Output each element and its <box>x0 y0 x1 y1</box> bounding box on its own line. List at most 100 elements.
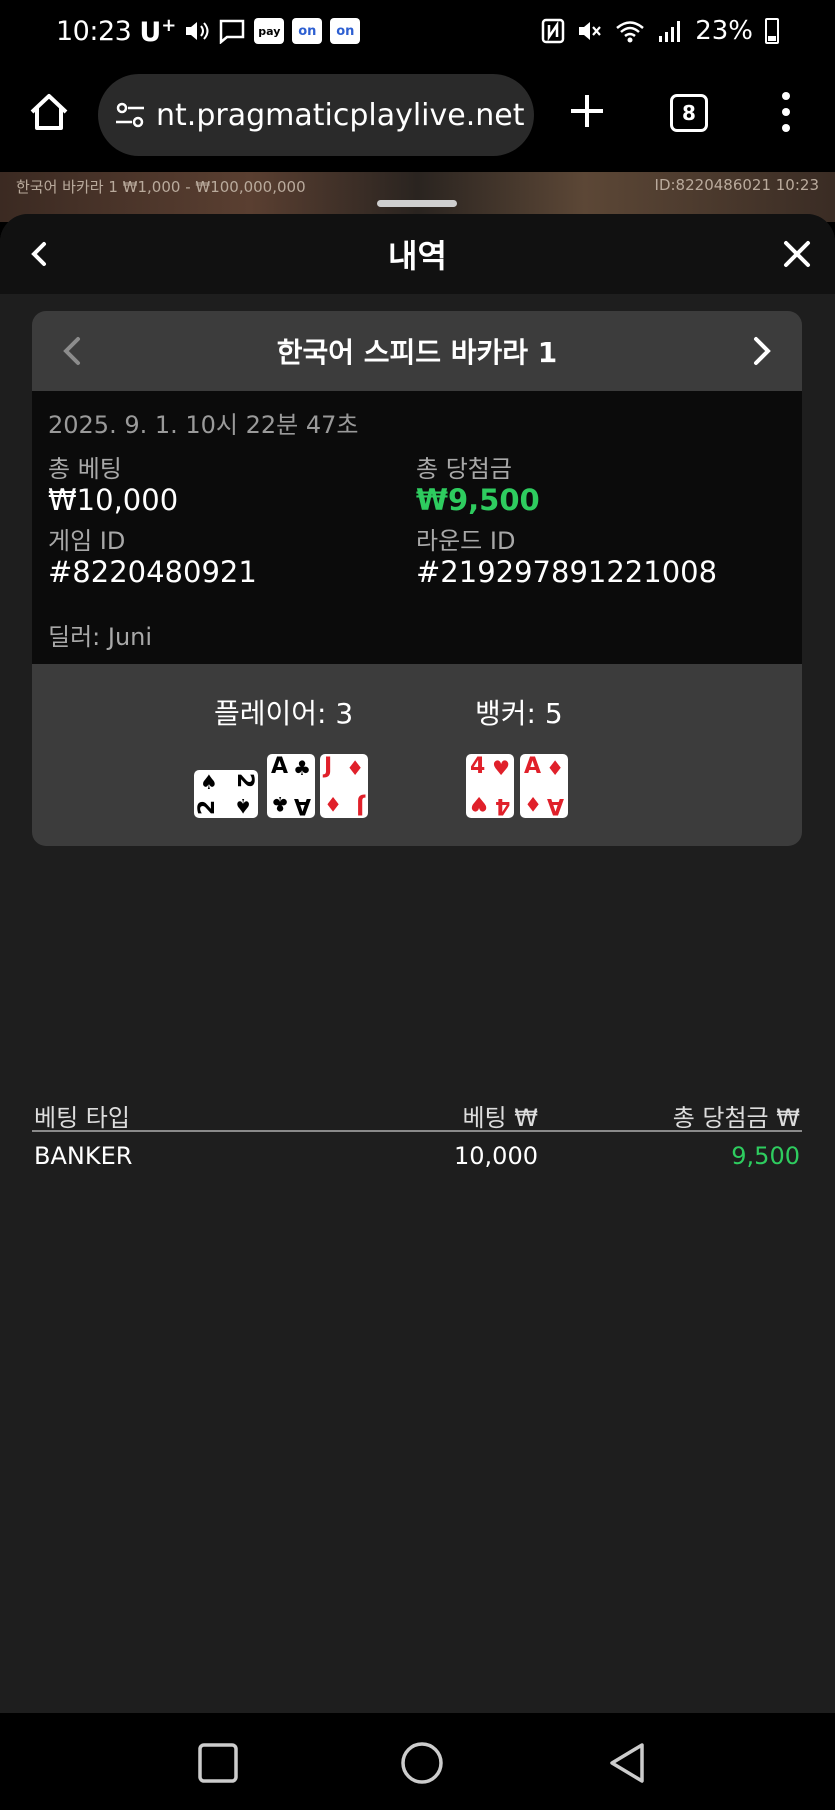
card-rank: A <box>524 754 542 779</box>
url-text[interactable]: nt.pragmaticplaylive.net <box>156 98 524 133</box>
tab-switcher-button[interactable]: 8 <box>670 94 708 132</box>
diamond-icon: ♦ <box>324 792 342 816</box>
status-left: 10:23 U+ pay on on <box>56 15 361 48</box>
win-amount-cell: 9,500 <box>731 1142 800 1170</box>
round-datetime: 2025. 9. 1. 10시 22분 47초 <box>48 411 359 439</box>
table-row: BANKER 10,000 9,500 <box>32 1132 802 1178</box>
back-nav-button[interactable] <box>606 1741 650 1785</box>
battery-percent: 23% <box>695 16 753 46</box>
site-settings-icon[interactable] <box>112 97 148 133</box>
player-score: 플레이어: 3 <box>214 697 354 730</box>
game-id-value: #8220480921 <box>48 555 257 589</box>
wifi-icon <box>615 18 645 44</box>
back-button[interactable] <box>20 234 60 274</box>
pay-app-icon: pay <box>254 18 285 44</box>
heart-icon: ♥ <box>492 756 510 780</box>
card-rank: J <box>355 793 364 818</box>
round-info: 2025. 9. 1. 10시 22분 47초 총 베팅 ₩10,000 총 당… <box>32 391 802 664</box>
spade-icon: ♠ <box>200 770 218 794</box>
col-bet-amount: 베팅 ₩ <box>462 1104 538 1132</box>
round-card: 한국어 스피드 바카라 1 2025. 9. 1. 10시 22분 47초 총 … <box>32 311 802 846</box>
message-icon <box>218 18 246 44</box>
next-round-button[interactable] <box>740 331 780 371</box>
panel-header: 내역 <box>0 214 835 294</box>
signal-icon <box>657 18 683 44</box>
menu-dot-icon <box>782 124 790 132</box>
card-rank: 4 <box>494 793 510 818</box>
total-win-value: ₩9,500 <box>416 483 540 517</box>
game-name: 한국어 스피드 바카라 1 <box>276 336 558 369</box>
on-app-icon: on <box>292 18 323 44</box>
recents-button[interactable] <box>196 1741 240 1785</box>
round-id-label: 라운드 ID <box>416 527 516 555</box>
card-rank: A <box>293 793 311 818</box>
browser-menu-button[interactable] <box>776 92 796 132</box>
home-button[interactable] <box>28 92 70 132</box>
plus-icon <box>571 95 603 127</box>
square-icon <box>198 1743 238 1783</box>
card-rank: 2 <box>195 799 221 816</box>
hands-section: 플레이어: 3 뱅커: 5 2 ♠ 2 ♠ A ♣ A ♣ J ♦ J ♦ 4 <box>32 664 802 846</box>
history-panel: 내역 한국어 스피드 바카라 1 2025. 9. 1. 10시 22분 47초… <box>0 214 835 1714</box>
player-card-1: 2 ♠ 2 ♠ <box>194 770 258 818</box>
round-id-value: #219297891221008 <box>416 555 718 589</box>
spade-icon: ♠ <box>234 794 252 818</box>
previous-round-button[interactable] <box>54 331 94 371</box>
sheet-drag-handle[interactable] <box>377 200 457 207</box>
chevron-left-icon <box>31 242 46 266</box>
banker-score: 뱅커: 5 <box>475 697 563 730</box>
menu-dot-icon <box>782 92 790 100</box>
mute-icon <box>577 18 603 44</box>
system-nav-bar <box>0 1713 835 1810</box>
circle-icon <box>401 1742 443 1784</box>
chevron-right-icon <box>754 337 771 365</box>
player-card-3: J ♦ J ♦ <box>320 754 368 818</box>
col-win-amount: 총 당첨금 ₩ <box>672 1104 800 1132</box>
heart-icon: ♥ <box>470 792 488 816</box>
bet-table: 베팅 타입 베팅 ₩ 총 당첨금 ₩ BANKER 10,000 9,500 <box>32 1094 802 1178</box>
bet-amount-cell: 10,000 <box>454 1142 538 1170</box>
card-rank: 2 <box>231 772 257 789</box>
club-icon: ♣ <box>293 756 311 780</box>
banker-card-1: 4 ♥ 4 ♥ <box>466 754 514 818</box>
status-time: 10:23 <box>56 15 132 47</box>
carrier-sup: + <box>161 14 177 36</box>
triangle-back-icon <box>610 1743 644 1783</box>
address-bar[interactable]: nt.pragmaticplaylive.net <box>98 74 534 156</box>
new-tab-button[interactable] <box>568 92 606 130</box>
close-button[interactable] <box>777 234 817 274</box>
table-limits: 한국어 바카라 1 ₩1,000 - ₩100,000,000 <box>16 178 306 196</box>
status-bar: 10:23 U+ pay on on 23% <box>0 0 835 62</box>
card-rank: A <box>271 754 289 779</box>
game-id-label: 게임 ID <box>48 527 126 555</box>
round-nav: 한국어 스피드 바카라 1 <box>32 311 802 391</box>
chevron-left-icon <box>63 337 80 365</box>
diamond-icon: ♦ <box>524 792 542 816</box>
carrier-label: U+ <box>139 15 176 48</box>
game-id-time: ID:8220486021 10:23 <box>654 176 819 194</box>
battery-icon <box>765 18 779 44</box>
card-rank: A <box>546 793 564 818</box>
diamond-icon: ♦ <box>546 756 564 780</box>
status-right: 23% <box>541 16 779 46</box>
diamond-icon: ♦ <box>346 756 364 780</box>
bet-table-header: 베팅 타입 베팅 ₩ 총 당첨금 ₩ <box>32 1094 802 1132</box>
club-icon: ♣ <box>271 792 289 816</box>
col-bet-type: 베팅 타입 <box>34 1104 130 1132</box>
carrier-name: U <box>139 16 162 48</box>
browser-toolbar: nt.pragmaticplaylive.net 8 <box>0 62 835 172</box>
card-rank: J <box>324 754 333 779</box>
total-bet-label: 총 베팅 <box>48 455 122 483</box>
menu-dot-icon <box>782 108 790 116</box>
player-card-2: A ♣ A ♣ <box>267 754 315 818</box>
home-nav-button[interactable] <box>400 1741 444 1785</box>
nfc-icon <box>541 18 565 44</box>
total-win-label: 총 당첨금 <box>416 455 512 483</box>
panel-title: 내역 <box>388 237 447 275</box>
dealer-name: 딜러: Juni <box>48 623 153 651</box>
card-rank: 4 <box>470 754 486 779</box>
total-bet-value: ₩10,000 <box>48 483 179 517</box>
volume-icon <box>184 19 210 43</box>
bet-type-cell: BANKER <box>34 1142 133 1170</box>
home-icon <box>30 94 68 130</box>
